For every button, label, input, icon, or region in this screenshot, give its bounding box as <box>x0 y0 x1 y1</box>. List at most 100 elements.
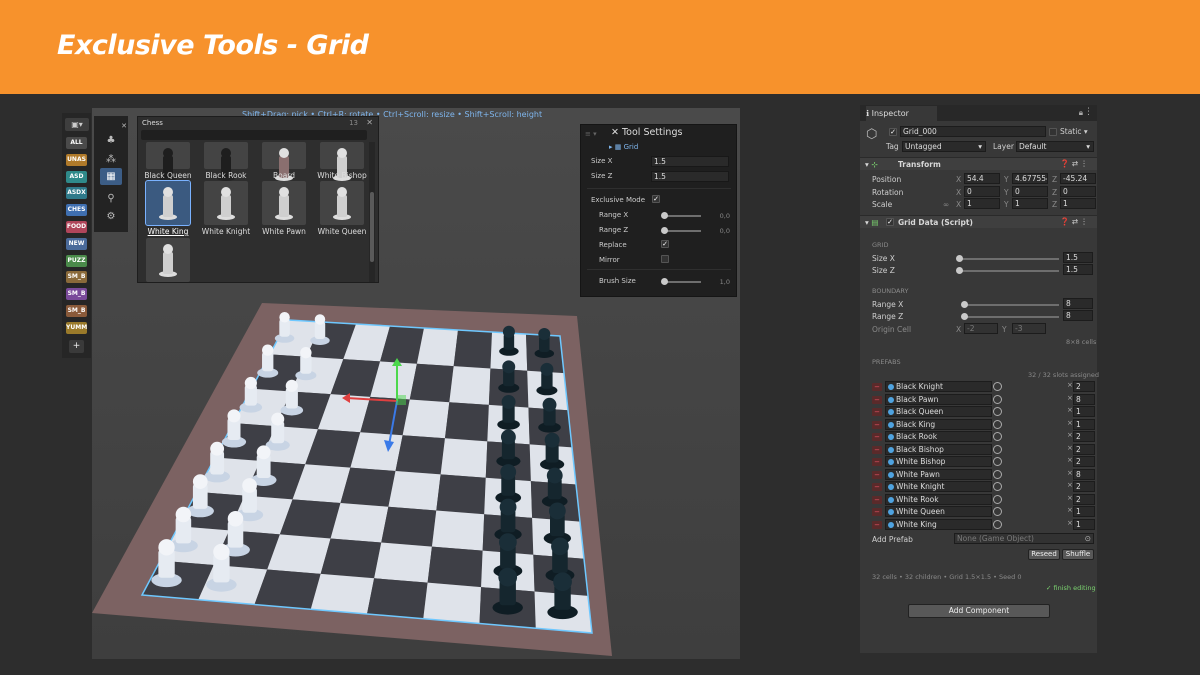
remove-prefab-button[interactable]: − <box>872 420 882 429</box>
scale-field[interactable]: 1 <box>964 198 1000 209</box>
palette-item[interactable]: White Pawn <box>258 181 310 236</box>
prefab-field[interactable]: White Rook <box>885 493 992 505</box>
remove-prefab-button[interactable]: − <box>872 495 882 504</box>
gd-range-z-field[interactable]: 8 <box>1063 310 1093 321</box>
prefab-field[interactable]: Black King <box>885 418 992 430</box>
remove-prefab-button[interactable]: − <box>872 408 882 416</box>
object-picker-icon[interactable] <box>993 507 1002 516</box>
remove-prefab-button[interactable]: − <box>872 508 882 516</box>
prefab-field[interactable]: White Queen <box>885 506 992 517</box>
scale-field[interactable]: 1 <box>1012 198 1048 209</box>
help-icon[interactable]: ❓ ⇄ ⋮ <box>1060 217 1088 226</box>
origin-y-field[interactable]: -3 <box>1012 323 1046 334</box>
category-tab[interactable]: ASDX <box>66 187 87 200</box>
gd-size-z-slider[interactable] <box>956 267 963 274</box>
reseed-button[interactable]: Reseed <box>1028 549 1060 560</box>
prefab-count-field[interactable]: 2 <box>1073 493 1095 505</box>
gd-size-x-slider[interactable] <box>956 255 963 262</box>
palette-scrollbar[interactable] <box>369 142 375 282</box>
prefab-field[interactable]: Black Bishop <box>885 443 992 455</box>
object-picker-icon[interactable] <box>993 482 1002 491</box>
static-checkbox[interactable] <box>1049 128 1057 136</box>
gd-range-x-field[interactable]: 8 <box>1063 298 1093 309</box>
active-checkbox[interactable]: ✓ <box>889 128 897 136</box>
object-picker-icon[interactable] <box>993 457 1002 466</box>
category-tab[interactable]: FOOD <box>66 221 87 233</box>
prefab-count-field[interactable]: 2 <box>1073 481 1095 492</box>
palette-item[interactable]: White Queen <box>316 181 368 236</box>
prefab-field[interactable]: White King <box>885 518 992 530</box>
remove-prefab-button[interactable]: − <box>872 470 882 479</box>
drag-grip-icon[interactable]: ≡ ▾ <box>585 130 597 138</box>
prefab-count-field[interactable]: 1 <box>1073 418 1095 430</box>
grid-tool-icon[interactable]: ▦ <box>100 168 122 185</box>
origin-x-field[interactable]: -2 <box>964 323 998 334</box>
scatter-tool-icon[interactable]: ⁂ <box>100 151 122 168</box>
finish-editing-link[interactable]: ✓ finish editing <box>1046 584 1096 592</box>
category-tab[interactable]: PUZZ <box>66 254 87 267</box>
object-picker-icon[interactable] <box>993 407 1002 416</box>
palette-item[interactable]: White King <box>142 180 194 236</box>
lock-icon[interactable]: 🔒︎ <box>1079 108 1083 118</box>
scale-field[interactable]: 1 <box>1060 198 1096 209</box>
range-x-slider[interactable] <box>661 212 668 219</box>
replace-checkbox[interactable]: ✓ <box>661 240 669 248</box>
object-picker-icon[interactable] <box>993 394 1002 404</box>
remove-prefab-button[interactable]: − <box>872 383 882 391</box>
inspector-tab[interactable]: ℹ Inspector <box>866 106 937 121</box>
gd-size-z-field[interactable]: 1.5 <box>1063 264 1093 275</box>
prefab-count-field[interactable]: 2 <box>1073 431 1095 442</box>
category-tab[interactable]: YUMM <box>66 321 87 334</box>
category-tab[interactable]: CHES <box>66 204 87 217</box>
category-tab[interactable]: UNAS <box>66 153 87 166</box>
object-picker-icon[interactable] <box>993 432 1002 441</box>
remove-prefab-button[interactable]: − <box>872 458 882 466</box>
kebab-menu-icon[interactable]: ⋮ <box>1084 107 1093 117</box>
pos-field[interactable]: -45.24 <box>1060 173 1096 184</box>
layer-dropdown[interactable]: Default ▾ <box>1016 141 1094 152</box>
exclusive-mode-checkbox[interactable]: ✓ <box>652 195 660 203</box>
prefab-count-field[interactable]: 8 <box>1073 468 1095 480</box>
add-prefab-field[interactable]: None (Game Object) ⊙ <box>954 533 1094 544</box>
size-z-field[interactable]: 1.5 <box>651 171 729 182</box>
remove-prefab-button[interactable]: − <box>872 445 882 454</box>
category-tab[interactable]: ASD <box>66 170 87 183</box>
category-tab[interactable]: SM_B <box>66 305 87 317</box>
size-x-field[interactable]: 1.5 <box>651 156 729 167</box>
paint-tool-icon[interactable]: ♣ <box>100 132 122 149</box>
category-tab[interactable]: SM_B <box>66 288 87 301</box>
static-label[interactable]: Static ▾ <box>1060 127 1088 136</box>
object-picker-icon[interactable] <box>993 494 1002 504</box>
object-picker-icon[interactable] <box>993 382 1002 391</box>
category-tab[interactable]: NEW <box>66 237 87 250</box>
prefab-count-field[interactable]: 8 <box>1073 393 1095 405</box>
link-icon[interactable]: ∞ <box>943 200 949 209</box>
grid-data-enabled-checkbox[interactable]: ✓ <box>886 218 894 226</box>
palette-search-input[interactable] <box>141 130 367 140</box>
palette-close-button[interactable]: ✕ <box>366 118 373 127</box>
remove-prefab-button[interactable]: − <box>872 433 882 441</box>
object-name-field[interactable]: Grid_000 <box>900 126 1046 137</box>
rot-field[interactable]: 0 <box>1060 186 1096 197</box>
prefab-field[interactable]: White Bishop <box>885 456 992 467</box>
prefab-count-field[interactable]: 1 <box>1073 406 1095 417</box>
remove-prefab-button[interactable]: − <box>872 520 882 529</box>
grid-section-label[interactable]: ▸ ▦ Grid <box>609 143 638 151</box>
help-icon[interactable]: ❓ ⇄ ⋮ <box>1060 159 1088 168</box>
gd-range-x-slider[interactable] <box>961 301 968 308</box>
tag-dropdown[interactable]: Untagged ▾ <box>902 141 986 152</box>
prefab-field[interactable]: Black Rook <box>885 431 992 442</box>
range-z-slider[interactable] <box>661 227 668 234</box>
object-picker-icon[interactable] <box>993 444 1002 454</box>
prefab-field[interactable]: White Pawn <box>885 468 992 480</box>
mirror-checkbox[interactable] <box>661 255 669 263</box>
category-tab[interactable]: ALL <box>66 137 87 149</box>
prefab-count-field[interactable]: 2 <box>1073 443 1095 455</box>
palette-item[interactable]: White Knight <box>200 181 252 236</box>
prefab-count-field[interactable]: 1 <box>1073 506 1095 517</box>
grid-data-header[interactable]: ▾ ▤ ✓ Grid Data (Script) ❓ ⇄ ⋮ <box>860 215 1097 228</box>
prefab-field[interactable]: Black Queen <box>885 406 992 417</box>
cube-dropdown-icon[interactable]: ▣▾ <box>65 118 89 131</box>
brush-size-slider[interactable] <box>661 278 668 285</box>
remove-prefab-button[interactable]: − <box>872 483 882 491</box>
